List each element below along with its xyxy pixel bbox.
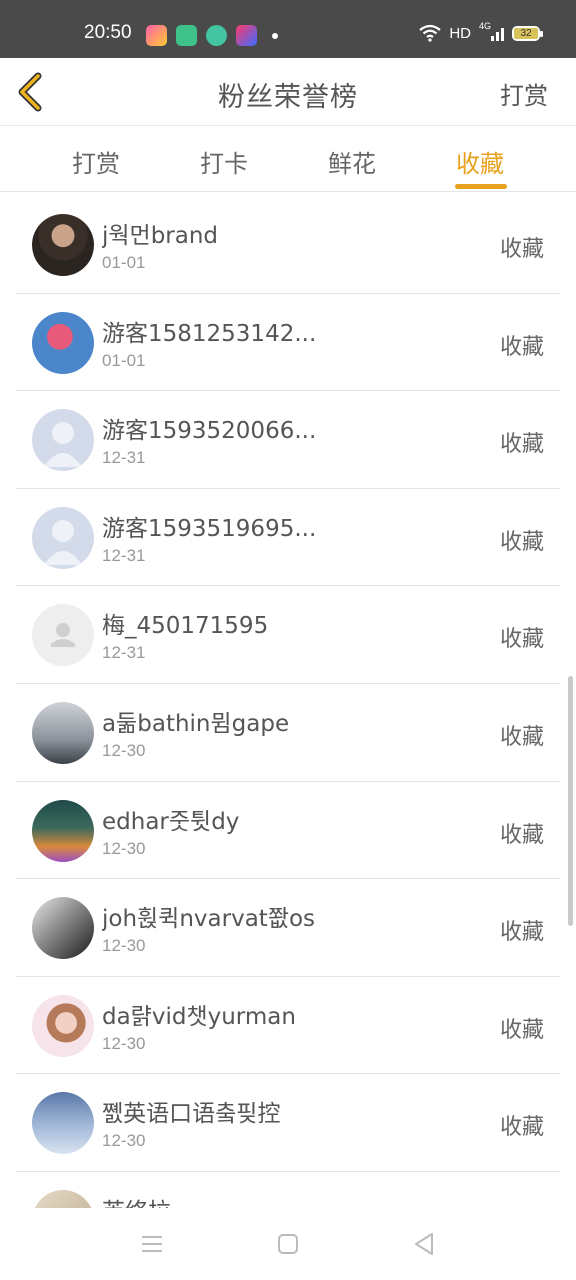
user-name: 芙络拉 (102, 1192, 171, 1208)
user-name: 梅_450171595 (102, 613, 269, 640)
signal-icon: 4G (479, 21, 504, 41)
item-date: 12-30 (102, 1131, 146, 1151)
avatar (32, 311, 94, 374)
signal-label: 4G (479, 21, 492, 31)
item-date: 12-30 (102, 838, 146, 858)
item-action-label: 收藏 (499, 920, 544, 946)
item-action-label: 收藏 (499, 237, 544, 262)
item-date: 12-31 (102, 545, 146, 565)
reward-button[interactable]: 打赏 (500, 76, 548, 111)
screen: 20:50 HD 4G 32 粉丝荣誉榜 打赏 打赏 打卡 鲜花 收藏 j웍먼b… (0, 0, 576, 1280)
battery-level: 32 (514, 27, 538, 39)
item-action-label: 收藏 (499, 822, 544, 848)
tab-checkin[interactable]: 打卡 (174, 144, 274, 179)
item-action-label: 收藏 (499, 627, 544, 653)
wifi-icon (419, 24, 442, 42)
item-date: 12-30 (102, 740, 146, 760)
user-name: j웍먼brand (102, 223, 219, 249)
status-time: 20:50 (84, 22, 132, 43)
user-name: 쪬英语口语춬핒控 (102, 1101, 281, 1128)
user-name: 游客1593520066... (102, 418, 317, 445)
item-action-label: 收藏 (499, 1115, 544, 1141)
avatar (32, 1189, 94, 1208)
tab-favorites-label: 收藏 (456, 150, 504, 178)
list-item[interactable]: 游客1581253142... 01-01 收藏 (16, 294, 560, 392)
circle-app-icon (206, 25, 227, 46)
video-app-icon (146, 25, 167, 46)
avatar (32, 994, 94, 1057)
battery-icon: 32 (512, 25, 543, 41)
avatar (32, 214, 94, 276)
list-item[interactable]: 游客1593519695... 12-31 收藏 (16, 489, 560, 587)
list-item[interactable]: 쪬英语口语춬핒控 12-30 收藏 (16, 1074, 560, 1172)
item-date: 01-01 (102, 253, 146, 272)
default-avatar-icon (32, 506, 94, 569)
avatar (32, 897, 94, 960)
more-notifications-dot (272, 32, 278, 39)
menu-icon[interactable] (138, 1230, 166, 1258)
avatar (32, 799, 94, 862)
avatar (32, 701, 94, 764)
item-date: 01-01 (102, 350, 146, 370)
page-title: 粉丝荣誉榜 (218, 82, 358, 113)
tab-bar: 打赏 打卡 鲜花 收藏 (0, 126, 576, 192)
status-right: HD 4G 32 (419, 21, 543, 42)
tab-flowers[interactable]: 鲜花 (302, 144, 402, 179)
item-action-label: 收藏 (499, 1017, 544, 1043)
list-item[interactable]: da랽vid챗yurman 12-30 收藏 (16, 977, 560, 1075)
back-triangle-icon[interactable] (410, 1230, 438, 1258)
home-icon[interactable] (274, 1230, 302, 1258)
item-date: 12-30 (102, 936, 146, 956)
list-item[interactable]: 芙络拉 (16, 1172, 560, 1208)
notification-icons (146, 25, 278, 46)
app-header: 粉丝荣誉榜 打赏 (0, 58, 576, 126)
item-date: 12-31 (102, 643, 146, 663)
scrollbar[interactable] (568, 676, 573, 926)
media-app-icon (236, 25, 257, 46)
green-app-icon (176, 25, 197, 46)
system-nav-bar (0, 1210, 576, 1280)
default-avatar-icon (32, 409, 94, 472)
avatar (32, 1092, 94, 1155)
user-name: a둚bathin뮘gape (102, 710, 290, 737)
user-name: edhar줏튓dy (102, 808, 240, 835)
item-action-label: 收藏 (499, 724, 544, 750)
user-name: 游客1593519695... (102, 515, 317, 542)
list-item[interactable]: edhar줏튓dy 12-30 收藏 (16, 782, 560, 880)
active-tab-indicator (455, 184, 507, 189)
user-name: 游客1581253142... (102, 320, 317, 347)
list-item[interactable]: 梅_450171595 12-31 收藏 (16, 586, 560, 684)
list-item[interactable]: j웍먼brand 01-01 收藏 (16, 196, 560, 294)
item-action-label: 收藏 (499, 334, 544, 360)
item-date: 12-31 (102, 448, 146, 468)
default-avatar-icon (32, 604, 94, 667)
network-type: HD (449, 24, 471, 42)
fan-list: j웍먼brand 01-01 收藏 游客1581253142... 01-01 … (16, 196, 560, 1208)
list-item[interactable]: 游客1593520066... 12-31 收藏 (16, 391, 560, 489)
user-name: joh휝퀵nvarvat쫪os (102, 906, 316, 933)
user-name: da랽vid챗yurman (102, 1003, 296, 1030)
list-item[interactable]: a둚bathin뮘gape 12-30 收藏 (16, 684, 560, 782)
tab-reward[interactable]: 打赏 (46, 144, 146, 179)
item-action-label: 收藏 (499, 529, 544, 555)
list-item[interactable]: joh휝퀵nvarvat쫪os 12-30 收藏 (16, 879, 560, 977)
tab-favorites[interactable]: 收藏 (430, 144, 530, 189)
item-date: 12-30 (102, 1033, 146, 1053)
status-bar: 20:50 HD 4G 32 (0, 0, 576, 58)
item-action-label: 收藏 (499, 432, 544, 458)
